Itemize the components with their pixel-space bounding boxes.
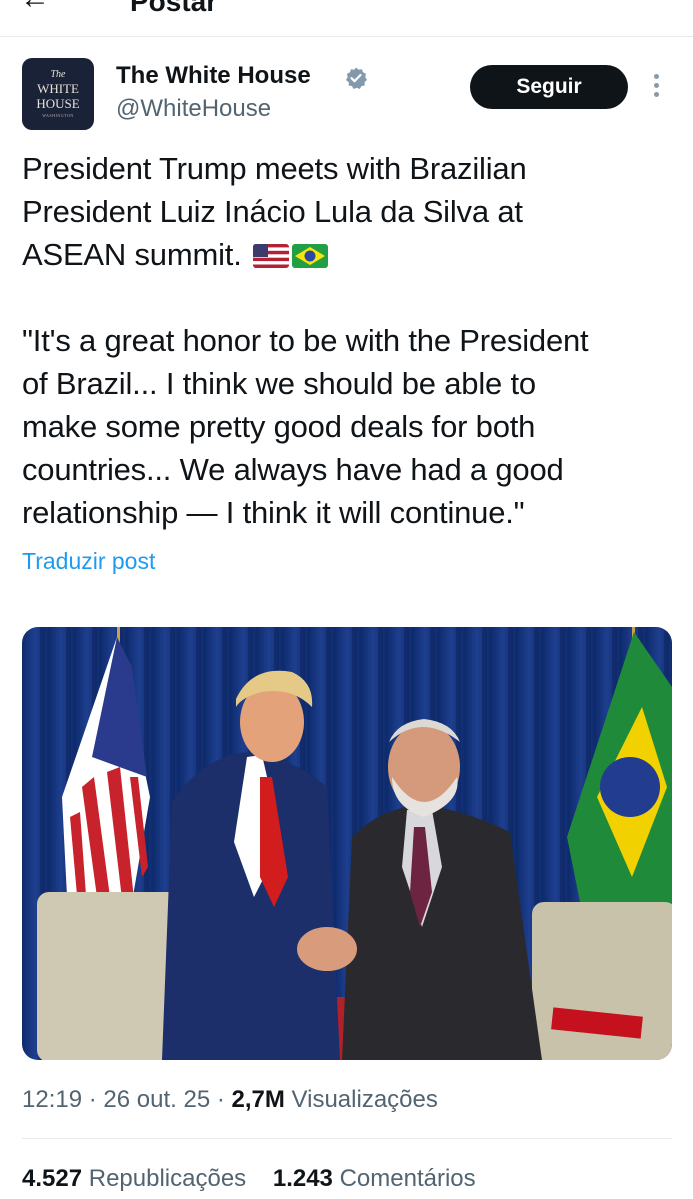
follow-button[interactable]: Seguir [470, 65, 628, 109]
author-name[interactable]: The White House [116, 62, 311, 90]
avatar[interactable]: The WHITE HOUSE WASHINGTON [22, 58, 94, 130]
us-flag-icon [253, 244, 290, 268]
post-meta: 12:19 · 26 out. 25 · 2,7M Visualizações [22, 1086, 438, 1114]
quote-line: "It's a great honor to be with the Presi… [22, 323, 589, 358]
post-quote: "It's a great honor to be with the Presi… [22, 319, 672, 534]
divider [22, 1138, 672, 1139]
views-count: 2,7M [231, 1086, 285, 1113]
chair-right [532, 902, 672, 1060]
post-line: President Luiz Inácio Lula da Silva at [22, 194, 523, 229]
post-line: President Trump meets with Brazilian [22, 151, 527, 186]
post-time: 12:19 [22, 1086, 83, 1113]
post-line-text: ASEAN summit. [22, 237, 242, 272]
verified-badge-icon [345, 67, 367, 89]
views-label[interactable]: Visualizações [292, 1086, 438, 1113]
avatar-text: WHITE [37, 81, 79, 96]
comments-count[interactable]: 1.243 [273, 1165, 333, 1192]
brazil-flag-icon [292, 244, 329, 268]
quote-line: countries... We always have had a good [22, 452, 564, 487]
avatar-text: WASHINGTON [42, 113, 74, 118]
author-handle[interactable]: @WhiteHouse [116, 95, 271, 123]
reposts-count[interactable]: 4.527 [22, 1165, 82, 1192]
avatar-text: HOUSE [36, 96, 80, 111]
post-stats: 4.527 Republicações 1.243 Comentários [22, 1165, 476, 1193]
quote-line: of Brazil... I think we should be able t… [22, 366, 536, 401]
separator-dot: · [216, 1086, 225, 1113]
quote-line: relationship — I think it will continue.… [22, 495, 525, 530]
handshake [297, 927, 357, 971]
post-line: ASEAN summit. [22, 233, 672, 276]
comments-label[interactable]: Comentários [340, 1165, 476, 1192]
more-vertical-icon[interactable] [648, 74, 664, 104]
post-date: 26 out. 25 [103, 1086, 211, 1113]
avatar-text: The [50, 69, 66, 80]
separator-dot: · [88, 1086, 97, 1113]
arrow-left-icon[interactable]: ← [20, 0, 50, 16]
post-photo[interactable] [22, 627, 672, 1060]
reposts-label[interactable]: Republicações [89, 1165, 246, 1192]
post-text: President Trump meets with Brazilian Pre… [22, 147, 672, 276]
quote-line: make some pretty good deals for both [22, 409, 536, 444]
top-bar: ← Postar [0, 0, 693, 37]
page-title: Postar [130, 0, 218, 17]
translate-link[interactable]: Traduzir post [22, 548, 155, 575]
